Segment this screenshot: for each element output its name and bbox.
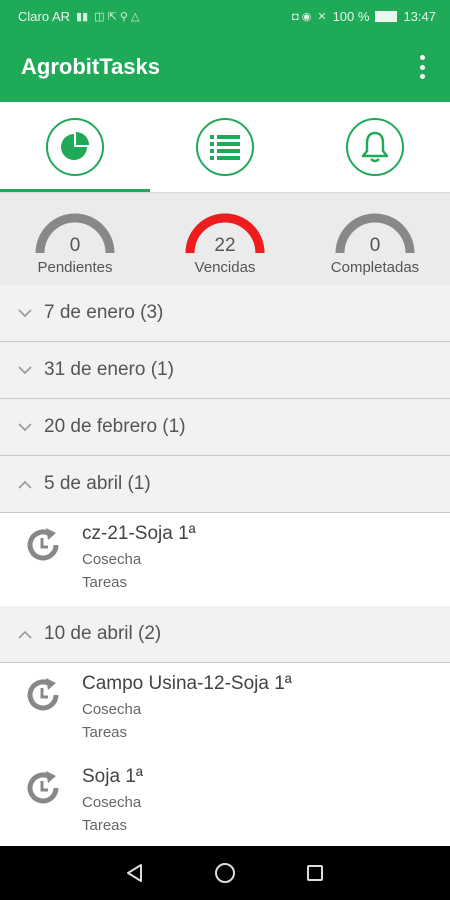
task-type: Tareas bbox=[82, 817, 128, 834]
date-group-title: 10 de abril (2) bbox=[44, 623, 162, 644]
system-nav-bar bbox=[0, 846, 450, 900]
tab-notifications[interactable] bbox=[300, 102, 450, 192]
gauge-value: 0 bbox=[370, 235, 381, 255]
gauge-pendientes[interactable]: 0 Pendientes bbox=[0, 195, 150, 285]
task-type: Tareas bbox=[82, 574, 128, 591]
app-bar: AgrobitTasks bbox=[0, 32, 450, 102]
date-group-header[interactable]: 5 de abril (1) bbox=[0, 456, 450, 513]
date-group-title: 7 de enero (3) bbox=[44, 302, 164, 323]
gauge-label: Completadas bbox=[330, 259, 420, 276]
gauge-value: 22 bbox=[214, 235, 235, 255]
recurring-task-icon bbox=[27, 771, 59, 804]
carrier-label: Claro AR bbox=[18, 8, 71, 24]
chevron-down-icon bbox=[16, 365, 34, 375]
task-item[interactable]: cz-21-Soja 1ª Cosecha Tareas bbox=[0, 513, 450, 606]
task-item[interactable]: Campo Usina-12-Soja 1ª Cosecha Tareas bbox=[0, 663, 450, 756]
recurring-task-icon bbox=[27, 678, 59, 711]
battery-label: 100 % bbox=[332, 8, 370, 24]
chevron-down-icon bbox=[16, 308, 34, 318]
task-title: Campo Usina-12-Soja 1ª bbox=[82, 673, 292, 694]
task-item[interactable]: Soja 1ª Cosecha Tareas bbox=[0, 756, 450, 849]
task-title: Soja 1ª bbox=[82, 766, 143, 787]
task-activity: Cosecha bbox=[82, 551, 142, 568]
task-activity: Cosecha bbox=[82, 701, 142, 718]
recents-icon[interactable] bbox=[295, 853, 335, 893]
task-date-groups: 7 de enero (3) 31 de enero (1) 20 de feb… bbox=[0, 285, 450, 849]
battery-icon bbox=[375, 10, 398, 22]
status-bar: Claro AR ▮▮ ◫ ⇱ ⚲ △ ◘ ◉ ✕ 100 % 13:47 bbox=[0, 0, 450, 32]
gauge-completadas[interactable]: 0 Completadas bbox=[300, 195, 450, 285]
overflow-menu-icon[interactable] bbox=[410, 52, 434, 82]
nfc-icon: ◘ ◉ bbox=[292, 10, 312, 23]
task-title: cz-21-Soja 1ª bbox=[82, 523, 196, 544]
date-group-header[interactable]: 20 de febrero (1) bbox=[0, 399, 450, 456]
gauge-label: Pendientes bbox=[37, 259, 113, 276]
date-group-title: 31 de enero (1) bbox=[44, 359, 174, 380]
date-group-header[interactable]: 31 de enero (1) bbox=[0, 342, 450, 399]
tab-bar bbox=[0, 102, 450, 192]
recurring-task-icon bbox=[27, 528, 59, 561]
app-title: AgrobitTasks bbox=[21, 54, 160, 79]
clock: 13:47 bbox=[403, 8, 436, 24]
back-icon[interactable] bbox=[115, 853, 155, 893]
pie-chart-icon bbox=[61, 132, 89, 160]
date-group-title: 5 de abril (1) bbox=[44, 473, 151, 494]
date-group-header[interactable]: 10 de abril (2) bbox=[0, 606, 450, 663]
chevron-down-icon bbox=[16, 422, 34, 432]
signal-icon: ▮▮ bbox=[76, 10, 89, 23]
date-group-title: 20 de febrero (1) bbox=[44, 416, 186, 437]
list-icon bbox=[210, 135, 240, 160]
chevron-up-icon bbox=[16, 630, 34, 639]
mute-icon: ✕ bbox=[317, 10, 327, 23]
gauge-vencidas[interactable]: 22 Vencidas bbox=[150, 195, 300, 285]
notification-icons: ◫ ⇱ ⚲ △ bbox=[94, 10, 140, 23]
home-icon[interactable] bbox=[205, 853, 245, 893]
tab-list[interactable] bbox=[150, 102, 300, 192]
task-activity: Cosecha bbox=[82, 794, 142, 811]
gauge-label: Vencidas bbox=[194, 259, 256, 276]
chevron-up-icon bbox=[16, 480, 34, 489]
date-group-header[interactable]: 7 de enero (3) bbox=[0, 285, 450, 342]
task-type: Tareas bbox=[82, 724, 128, 741]
bell-icon bbox=[361, 131, 389, 163]
tab-dashboard[interactable] bbox=[0, 102, 150, 192]
summary-gauges: 0 Pendientes 22 Vencidas 0 Completadas bbox=[0, 195, 450, 285]
gauge-value: 0 bbox=[70, 235, 81, 255]
